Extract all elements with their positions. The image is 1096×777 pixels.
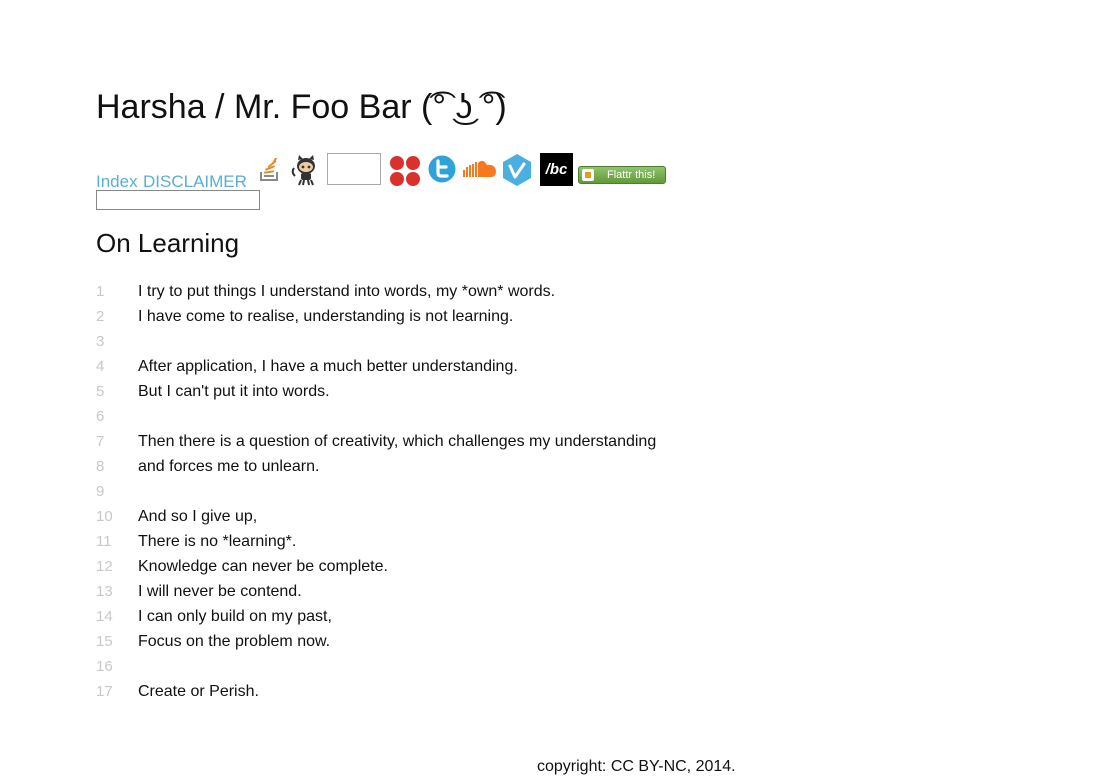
- line-number: 13: [96, 583, 113, 600]
- nav-link-index[interactable]: Index: [96, 172, 138, 192]
- page-heading: On Learning: [96, 228, 240, 258]
- line-number: 1: [96, 283, 105, 300]
- poem-block: 1 I try to put things I understand into w…: [96, 279, 796, 704]
- stackoverflow-icon[interactable]: [259, 155, 281, 187]
- poem-line: 8 and forces me to unlearn.: [96, 454, 796, 479]
- line-text: Focus on the problem now.: [138, 633, 331, 650]
- poem-line: 15 Focus on the problem now.: [96, 629, 796, 654]
- line-text: I have come to realise, understanding is…: [138, 308, 514, 325]
- line-number: 17: [96, 683, 113, 700]
- search-input[interactable]: [96, 190, 260, 210]
- flattr-logo-icon: [582, 169, 594, 181]
- line-text: Then there is a question of creativity, …: [138, 433, 657, 450]
- line-number: 8: [96, 458, 105, 475]
- red-dots-icon[interactable]: [389, 155, 421, 192]
- line-text: But I can't put it into words.: [138, 383, 330, 400]
- line-text: After application, I have a much better …: [138, 358, 518, 375]
- poem-line: 4 After application, I have a much better…: [96, 354, 796, 379]
- site-title[interactable]: Harsha / Mr. Foo Bar (͡° ͜ʖ ͡°): [96, 88, 507, 127]
- blank-badge-icon[interactable]: [327, 153, 381, 185]
- line-text: and forces me to unlearn.: [138, 458, 320, 475]
- poem-line: 13 I will never be contend.: [96, 579, 796, 604]
- poem-line: 17 Create or Perish.: [96, 679, 796, 704]
- line-number: 11: [96, 533, 112, 550]
- line-number: 7: [96, 433, 105, 450]
- flattr-button[interactable]: Flattr this!: [578, 166, 666, 184]
- line-number: 3: [96, 333, 105, 350]
- bandcamp-icon[interactable]: /bc: [540, 153, 573, 186]
- line-text: I try to put things I understand into wo…: [138, 283, 556, 300]
- poem-line: 16: [96, 654, 796, 679]
- poem-line: 5 But I can't put it into words.: [96, 379, 796, 404]
- poem-line: 11 There is no *learning*.: [96, 529, 796, 554]
- poem-line: 9: [96, 479, 796, 504]
- poem-line: 14 I can only build on my past,: [96, 604, 796, 629]
- poem-line: 3: [96, 329, 796, 354]
- line-text: And so I give up,: [138, 508, 258, 525]
- github-octocat-icon[interactable]: [290, 154, 322, 191]
- poem-line: 12 Knowledge can never be complete.: [96, 554, 796, 579]
- line-number: 16: [96, 658, 113, 675]
- line-text: Knowledge can never be complete.: [138, 558, 388, 575]
- poem-line: 6: [96, 404, 796, 429]
- line-number: 14: [96, 608, 113, 625]
- poem-line: 7 Then there is a question of creativity,…: [96, 429, 796, 454]
- line-number: 10: [96, 508, 113, 525]
- line-number: 6: [96, 408, 105, 425]
- twitter-icon[interactable]: [428, 155, 456, 188]
- copyright-footer: copyright: CC BY-NC, 2014.: [537, 758, 736, 775]
- vimeo-icon[interactable]: [502, 153, 532, 192]
- poem-line: 2 I have come to realise, understanding i…: [96, 304, 796, 329]
- nav-bar: Index DISCLAIMER /bc Flattr this!: [96, 152, 716, 191]
- line-text: I will never be contend.: [138, 583, 302, 600]
- line-text: There is no *learning*.: [138, 533, 297, 550]
- line-number: 2: [96, 308, 105, 325]
- poem-line: 10 And so I give up,: [96, 504, 796, 529]
- line-number: 12: [96, 558, 113, 575]
- line-number: 5: [96, 383, 105, 400]
- poem-line: 1 I try to put things I understand into w…: [96, 279, 796, 304]
- line-text: Create or Perish.: [138, 683, 259, 700]
- line-number: 9: [96, 483, 105, 500]
- nav-link-disclaimer[interactable]: DISCLAIMER: [143, 172, 247, 192]
- line-number: 4: [96, 358, 105, 375]
- flattr-label: Flattr this!: [607, 169, 656, 181]
- soundcloud-icon[interactable]: [463, 159, 497, 184]
- line-number: 15: [96, 633, 113, 650]
- line-text: I can only build on my past,: [138, 608, 332, 625]
